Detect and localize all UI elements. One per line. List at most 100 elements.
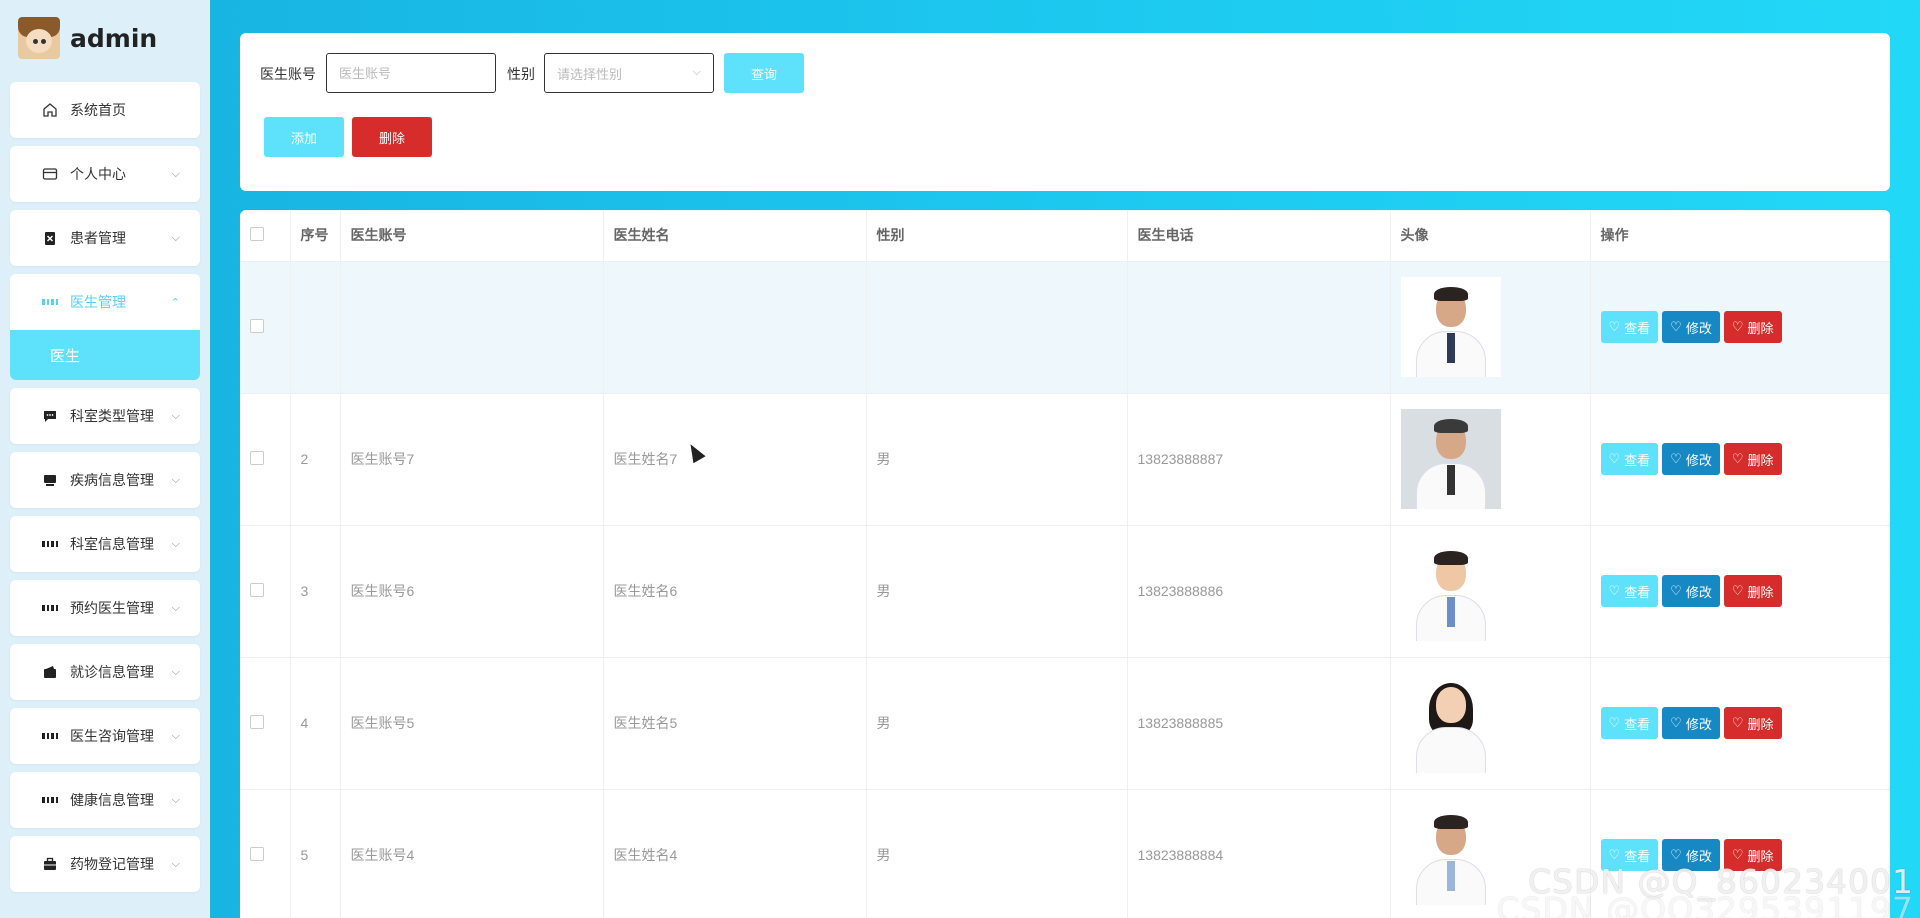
brand: admin bbox=[0, 14, 210, 62]
header-gender: 性别 bbox=[866, 210, 1128, 262]
heart-icon: ♡ bbox=[1670, 451, 1682, 466]
sidebar-item-label: 疾病信息管理 bbox=[70, 472, 154, 488]
header-name: 医生姓名 bbox=[603, 210, 867, 262]
edit-button[interactable]: ♡ 修改 bbox=[1662, 707, 1720, 739]
edit-button-label: 修改 bbox=[1685, 716, 1712, 732]
heart-icon: ♡ bbox=[1731, 847, 1744, 862]
sidebar-item-label: 患者管理 bbox=[70, 230, 126, 246]
delete-button-label: 删除 bbox=[1747, 716, 1774, 732]
sidebar-item-diseases[interactable]: 疾病信息管理 ⌵ bbox=[10, 452, 200, 508]
home-icon bbox=[42, 102, 58, 118]
cell-avatar bbox=[1390, 525, 1591, 658]
table-row[interactable]: 2 医生账号7 医生姓名7 男 13823888887 ♡ 查看 ♡ 修改 ♡ 删除 bbox=[240, 393, 1890, 526]
sidebar-item-consultations[interactable]: 医生咨询管理 ⌵ bbox=[10, 708, 200, 764]
account-input[interactable] bbox=[326, 53, 496, 93]
delete-button-label: 删除 bbox=[1747, 320, 1774, 336]
sidebar-item-visits[interactable]: 就诊信息管理 ⌵ bbox=[10, 644, 200, 700]
heart-icon: ♡ bbox=[1670, 847, 1682, 862]
delete-button[interactable]: ♡ 删除 bbox=[1723, 575, 1782, 607]
chevron-down-icon: ⌵ bbox=[171, 857, 180, 870]
cell-gender: 男 bbox=[866, 789, 1128, 918]
sidebar-item-home[interactable]: 系统首页 bbox=[10, 82, 200, 138]
edit-button[interactable]: ♡ 修改 bbox=[1662, 575, 1720, 607]
cell-gender: 男 bbox=[866, 261, 1128, 394]
delete-button[interactable]: ♡ 删除 bbox=[1723, 443, 1782, 475]
grid-icon bbox=[42, 536, 58, 552]
delete-button[interactable]: ♡ 删除 bbox=[1723, 311, 1782, 343]
view-button-label: 查看 bbox=[1624, 452, 1651, 468]
chevron-down-icon: ⌵ bbox=[171, 793, 180, 806]
checkbox[interactable] bbox=[250, 714, 264, 729]
grid-icon bbox=[42, 294, 58, 310]
edit-button[interactable]: ♡ 修改 bbox=[1662, 443, 1720, 475]
add-button[interactable]: 添加 bbox=[264, 117, 344, 157]
sidebar-item-drugs[interactable]: 药物登记管理 ⌵ bbox=[10, 836, 200, 892]
sidebar-item-profile[interactable]: 个人中心 ⌵ bbox=[10, 146, 200, 202]
checkbox[interactable] bbox=[250, 226, 264, 241]
doctor-photo bbox=[1400, 541, 1501, 641]
cell-gender: 男 bbox=[866, 393, 1128, 526]
heart-icon: ♡ bbox=[1731, 451, 1744, 466]
batch-delete-button[interactable]: 删除 bbox=[352, 117, 432, 157]
view-button[interactable]: ♡ 查看 bbox=[1600, 311, 1659, 343]
table-row[interactable]: 4 医生账号5 医生姓名5 男 13823888885 ♡ 查看 ♡ 修改 ♡ 删除 bbox=[240, 657, 1890, 790]
delete-button-label: 删除 bbox=[1747, 584, 1774, 600]
heart-icon: ♡ bbox=[1608, 319, 1621, 334]
sidebar-item-patients[interactable]: 患者管理 ⌵ bbox=[10, 210, 200, 266]
cell-name: 医生姓名8 bbox=[603, 261, 867, 394]
header-actions: 操作 bbox=[1590, 210, 1890, 262]
header-avatar: 头像 bbox=[1390, 210, 1591, 262]
checkbox[interactable] bbox=[250, 582, 264, 597]
query-button[interactable]: 查询 bbox=[724, 53, 804, 93]
cell-phone: 13823888884 bbox=[1127, 789, 1391, 918]
cell-account: 医生账号4 bbox=[340, 789, 604, 918]
cell-actions: ♡ 查看 ♡ 修改 ♡ 删除 bbox=[1590, 261, 1890, 394]
edit-button-label: 修改 bbox=[1685, 320, 1712, 336]
view-button[interactable]: ♡ 查看 bbox=[1600, 443, 1659, 475]
cell-actions: ♡ 查看 ♡ 修改 ♡ 删除 bbox=[1590, 657, 1890, 790]
chevron-down-icon: ⌵ bbox=[171, 729, 180, 742]
header-select-all[interactable] bbox=[240, 210, 291, 262]
header-phone: 医生电话 bbox=[1127, 210, 1391, 262]
delete-button[interactable]: ♡ 删除 bbox=[1723, 707, 1782, 739]
monitor-icon bbox=[42, 472, 58, 488]
sidebar-item-label: 系统首页 bbox=[70, 102, 126, 118]
sidebar-item-doctors[interactable]: 医生管理 ⌃ bbox=[10, 274, 200, 330]
view-button-label: 查看 bbox=[1624, 716, 1651, 732]
sidebar-item-label: 科室信息管理 bbox=[70, 536, 154, 552]
doctor-photo bbox=[1400, 409, 1501, 509]
sidebar-item-label: 健康信息管理 bbox=[70, 792, 154, 808]
sidebar-item-appointments[interactable]: 预约医生管理 ⌵ bbox=[10, 580, 200, 636]
edit-button[interactable]: ♡ 修改 bbox=[1662, 311, 1720, 343]
avatar[interactable] bbox=[18, 17, 60, 59]
checkbox[interactable] bbox=[250, 846, 264, 861]
sidebar-item-dept-types[interactable]: 科室类型管理 ⌵ bbox=[10, 388, 200, 444]
view-button[interactable]: ♡ 查看 bbox=[1600, 575, 1659, 607]
heart-icon: ♡ bbox=[1608, 715, 1621, 730]
table-row[interactable]: 3 医生账号6 医生姓名6 男 13823888886 ♡ 查看 ♡ 修改 ♡ 删除 bbox=[240, 525, 1890, 658]
cell-avatar bbox=[1390, 393, 1591, 526]
sidebar-item-label: 就诊信息管理 bbox=[70, 664, 154, 680]
heart-icon: ♡ bbox=[1608, 847, 1621, 862]
cell-phone: 13823888885 bbox=[1127, 657, 1391, 790]
header-account: 医生账号 bbox=[340, 210, 604, 262]
sidebar-item-departments[interactable]: 科室信息管理 ⌵ bbox=[10, 516, 200, 572]
doctor-table: 序号 医生账号 医生姓名 性别 医生电话 头像 操作 1 医生账号8 医生姓名8… bbox=[240, 210, 1890, 918]
cell-name: 医生姓名5 bbox=[603, 657, 867, 790]
heart-icon: ♡ bbox=[1608, 451, 1621, 466]
checkbox[interactable] bbox=[250, 450, 264, 465]
search-panel: 医生账号 性别 请选择性别 ⌵ 查询 添加 删除 bbox=[240, 33, 1890, 191]
cell-name: 医生姓名6 bbox=[603, 525, 867, 658]
checkbox[interactable] bbox=[250, 318, 264, 333]
grid-icon bbox=[42, 600, 58, 616]
view-button[interactable]: ♡ 查看 bbox=[1600, 707, 1659, 739]
delete-button-label: 删除 bbox=[1747, 452, 1774, 468]
sidebar-subitem-doctor[interactable]: 医生 bbox=[10, 330, 200, 380]
sidebar: admin 系统首页 个人中心 ⌵ 患者管理 ⌵ 医生管理 ⌃ 医生 科室类型管 bbox=[0, 0, 210, 918]
table-row[interactable]: 1 医生账号8 医生姓名8 男 13823888888 ♡ 查看 ♡ 修改 ♡ 删除 bbox=[240, 261, 1890, 394]
wallet-icon bbox=[42, 664, 58, 680]
sidebar-item-health[interactable]: 健康信息管理 ⌵ bbox=[10, 772, 200, 828]
cell-index: 4 bbox=[290, 657, 341, 790]
gender-select[interactable]: 请选择性别 ⌵ bbox=[544, 53, 714, 93]
heart-icon: ♡ bbox=[1608, 583, 1621, 598]
